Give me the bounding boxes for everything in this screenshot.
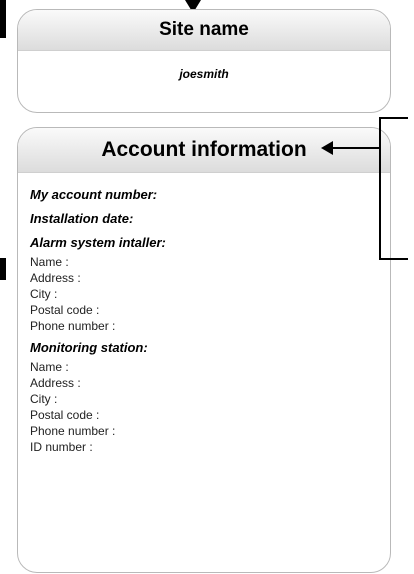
monitoring-section-title: Monitoring station: [30,340,148,355]
my-account-number-label: My account number: [30,187,158,202]
account-information-header: Account information [18,128,390,173]
installer-phone-number-field: Phone number : [30,319,116,333]
installation-date-label: Installation date: [30,211,134,226]
installer-postal-code-field: Postal code : [30,303,100,317]
page-edge-mark [0,0,6,38]
callout-arrow-line [331,147,381,149]
site-name-value: joesmith [179,67,229,81]
monitoring-id-number-field: ID number : [30,440,93,454]
monitoring-name-field: Name : [30,360,69,374]
installer-city-field: City : [30,287,58,301]
monitoring-phone-number-field: Phone number : [30,424,116,438]
installer-address-field: Address : [30,271,81,285]
monitoring-postal-code-field: Postal code : [30,408,100,422]
monitoring-address-field: Address : [30,376,81,390]
callout-bracket [379,117,408,260]
monitoring-city-field: City : [30,392,58,406]
account-information-panel: Account information My account number: I… [17,127,391,573]
site-name-panel: Site name joesmith [17,9,391,113]
installer-name-field: Name : [30,255,69,269]
installer-section-title: Alarm system intaller: [30,235,166,250]
account-information-body: My account number: Installation date: Al… [18,173,390,455]
site-name-header: Site name [18,10,390,51]
callout-arrow-left-icon [321,141,333,155]
page-edge-mark [0,258,6,280]
